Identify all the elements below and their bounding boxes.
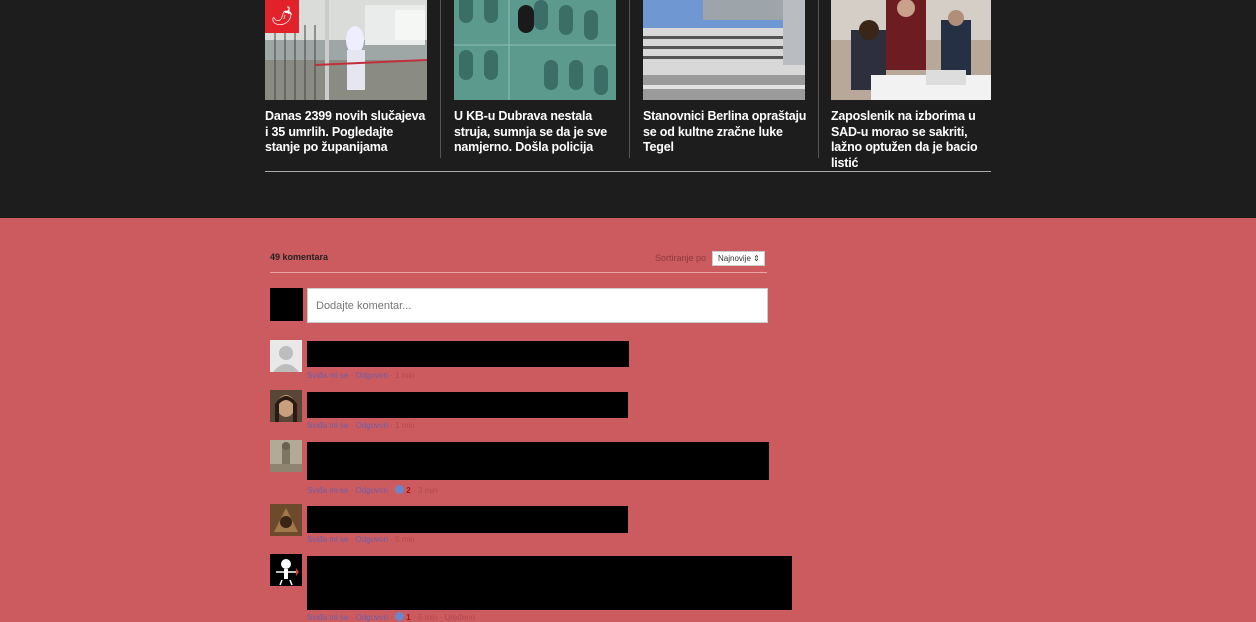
comment-text-redacted	[307, 506, 628, 533]
header-divider	[270, 272, 767, 273]
thumbs-up-icon	[395, 485, 405, 494]
related-article-card[interactable]: Zaposlenik na izborima u SAD-u morao se …	[831, 0, 996, 171]
sort-label: Sortiranje po	[655, 253, 707, 263]
edited-label: Uređeno	[444, 613, 476, 622]
like-link[interactable]: Sviđa mi se	[307, 486, 348, 495]
article-title[interactable]: Danas 2399 novih slučajeva i 35 umrlih. …	[265, 109, 430, 156]
avatar[interactable]	[270, 504, 302, 536]
related-articles-strip: 🌶 Danas 2399 novih slučajeva i 35 umrlih…	[0, 0, 1256, 218]
article-title[interactable]: Stanovnici Berlina opraštaju se od kultn…	[643, 109, 808, 156]
article-thumbnail[interactable]	[454, 0, 616, 100]
comment-input[interactable]	[307, 288, 768, 323]
comment-text-redacted	[307, 442, 769, 480]
like-link[interactable]: Sviđa mi se	[307, 613, 348, 622]
comment-text-redacted	[307, 341, 629, 367]
reply-link[interactable]: Odgovori	[355, 371, 387, 380]
reply-link[interactable]: Odgovori	[355, 535, 387, 544]
section-divider	[265, 171, 991, 172]
like-link[interactable]: Sviđa mi se	[307, 371, 348, 380]
comment-text-redacted	[307, 556, 792, 610]
related-article-card[interactable]: U KB-u Dubrava nestala struja, sumnja se…	[454, 0, 619, 156]
comment-meta: Sviđa mi se · Odgovori · 1 min	[307, 421, 415, 430]
skull-flag-icon	[270, 554, 302, 586]
related-article-card[interactable]: 🌶 Danas 2399 novih slučajeva i 35 umrlih…	[265, 0, 430, 156]
divider	[629, 0, 630, 158]
like-link[interactable]: Sviđa mi se	[307, 421, 348, 430]
comment-time[interactable]: 1 min	[395, 421, 415, 430]
reply-link[interactable]: Odgovori	[355, 613, 387, 622]
comment-time[interactable]: 5 min	[395, 535, 415, 544]
comment-meta: Sviđa mi se · Odgovori · 2 · 3 min	[307, 485, 438, 495]
comment-time[interactable]: 1 min	[395, 371, 415, 380]
comment-meta: Sviđa mi se · Odgovori · 1 · 5 min · Ure…	[307, 612, 476, 622]
divider	[440, 0, 441, 158]
comment-time[interactable]: 3 min	[418, 486, 438, 495]
reply-link[interactable]: Odgovori	[355, 421, 387, 430]
article-thumbnail[interactable]: 🌶	[265, 0, 427, 100]
comment-count: 49 komentara	[270, 252, 329, 262]
default-avatar-icon	[270, 340, 302, 372]
like-count: 1	[406, 613, 411, 622]
comment-meta: Sviđa mi se · Odgovori · 1 min	[307, 371, 415, 380]
like-link[interactable]: Sviđa mi se	[307, 535, 348, 544]
comment-text-redacted	[307, 392, 628, 418]
article-thumbnail[interactable]	[643, 0, 805, 100]
sort-select[interactable]: Najnovije ⇕	[712, 251, 765, 266]
like-count: 2	[406, 486, 411, 495]
avatar[interactable]	[270, 340, 302, 372]
current-user-avatar	[270, 288, 303, 321]
avatar[interactable]	[270, 440, 302, 472]
article-title[interactable]: U KB-u Dubrava nestala struja, sumnja se…	[454, 109, 619, 156]
article-thumbnail[interactable]	[831, 0, 993, 100]
comment-meta: Sviđa mi se · Odgovori · 5 min	[307, 535, 415, 544]
avatar[interactable]	[270, 554, 302, 586]
article-title[interactable]: Zaposlenik na izborima u SAD-u morao se …	[831, 109, 996, 171]
divider	[818, 0, 819, 158]
related-article-card[interactable]: Stanovnici Berlina opraštaju se od kultn…	[643, 0, 808, 156]
avatar[interactable]	[270, 390, 302, 422]
pepper-icon: 🌶	[265, 0, 299, 33]
comment-time[interactable]: 5 min	[418, 613, 438, 622]
reply-link[interactable]: Odgovori	[355, 486, 387, 495]
